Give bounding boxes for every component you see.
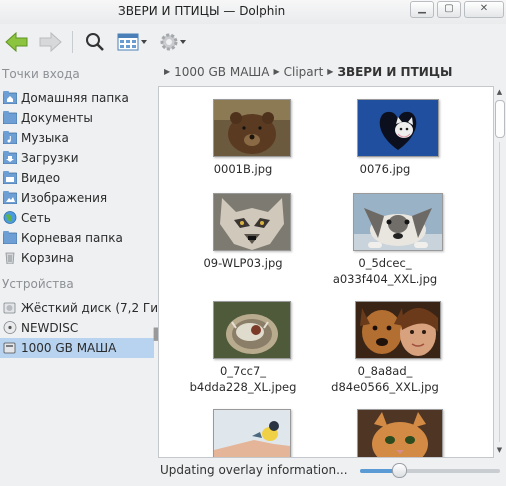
sidebar-item-label: Жёсткий диск (7,2 ГиБ [21, 301, 167, 315]
sidebar-item-root[interactable]: Корневая папка [0, 228, 154, 248]
optical-disc-icon [3, 321, 17, 334]
sidebar-item-label: Изображения [21, 191, 108, 205]
toolbar-separator [72, 31, 73, 53]
sidebar-item-label: Сеть [21, 211, 51, 225]
minimize-button[interactable]: ▁ [410, 1, 434, 18]
status-text: Updating overlay information... [160, 463, 348, 477]
thumbnail-puppy [353, 193, 443, 251]
sidebar-item-home[interactable]: Домашняя папка [0, 88, 154, 108]
video-folder-icon [3, 171, 17, 184]
devices-header: Устройства [2, 277, 74, 291]
sidebar-item-downloads[interactable]: Загрузки [0, 148, 154, 168]
sidebar-item-pictures[interactable]: Изображения [0, 188, 154, 208]
places-panel: Точки входа Домашняя папка Документы Муз… [0, 62, 166, 486]
maximize-button[interactable]: ▢ [437, 1, 461, 18]
breadcrumb-arrow-icon: ▶ [273, 67, 280, 76]
breadcrumb: ▶ 1000 GB МАША ▶ Clipart ▶ ЗВЕРИ И ПТИЦЫ [160, 64, 500, 84]
chevron-down-icon [180, 40, 186, 44]
back-button[interactable] [4, 30, 30, 54]
file-name: 0_7cc7_ b4dda228_XL.jpeg [189, 364, 297, 394]
sidebar-item-1000gb[interactable]: 1000 GB МАША [0, 338, 154, 358]
sidebar-item-label: Документы [21, 111, 93, 125]
breadcrumb-arrow-icon: ▶ [164, 67, 171, 76]
sidebar-item-network[interactable]: Сеть [0, 208, 154, 228]
close-icon: ✕ [479, 3, 489, 14]
thumbnail-bear [213, 99, 291, 157]
sidebar-item-label: Домашняя папка [21, 91, 129, 105]
toolbar [0, 24, 506, 60]
thumbnail-kitten-heart [357, 99, 439, 157]
scrollbar-thumb[interactable] [495, 100, 505, 138]
scrollbar-track [499, 142, 500, 442]
chevron-down-icon [141, 40, 147, 44]
sidebar-item-trash[interactable]: Корзина [0, 248, 154, 268]
root-folder-icon [3, 231, 17, 244]
thumbnail-bird-on-hand [213, 409, 291, 457]
file-name: 0_5dcec_ a033f404_XXL.jpg [332, 256, 438, 286]
search-button[interactable] [84, 30, 106, 54]
file-view[interactable]: 0001B.jpg 0076.jpg 09-WLP03.jpg 0_5dcec_… [158, 86, 494, 458]
title-bar: ЗВЕРИ И ПТИЦЫ — Dolphin ▁ ▢ ✕ [0, 0, 506, 24]
hard-disk-icon [3, 302, 16, 314]
sidebar-item-newdisc[interactable]: NEWDISC [0, 318, 154, 338]
downloads-folder-icon [3, 151, 17, 164]
places-header: Точки входа [2, 67, 80, 81]
file-name: 0076.jpg [359, 162, 411, 176]
network-icon [3, 211, 17, 224]
sidebar-item-label: Корзина [21, 251, 74, 265]
file-name: 09-WLP03.jpg [203, 256, 283, 270]
view-mode-icon [117, 33, 139, 51]
scroll-down-arrow-icon[interactable]: ▼ [495, 446, 504, 456]
scroll-up-arrow-icon[interactable]: ▲ [495, 88, 504, 98]
sidebar-item-video[interactable]: Видео [0, 168, 154, 188]
sidebar-item-label: NEWDISC [21, 321, 79, 335]
file-name: 0_8a8ad_ d84e0566_XXL.jpg [331, 364, 439, 394]
external-drive-icon [3, 342, 16, 354]
maximize-icon: ▢ [444, 3, 454, 14]
vertical-scrollbar[interactable]: ▲ ▼ [494, 86, 505, 458]
settings-button[interactable] [158, 30, 190, 54]
gear-icon [160, 33, 178, 51]
sidebar-item-label: Корневая папка [21, 231, 123, 245]
view-mode-button[interactable] [116, 30, 150, 54]
breadcrumb-item-drive[interactable]: 1000 GB МАША [174, 65, 269, 79]
home-folder-icon [3, 91, 17, 104]
breadcrumb-arrow-icon: ▶ [327, 67, 334, 76]
window-title: ЗВЕРИ И ПТИЦЫ — Dolphin [118, 4, 286, 18]
close-button[interactable]: ✕ [464, 1, 504, 18]
sidebar-item-hard-disk[interactable]: Жёсткий диск (7,2 ГиБ [0, 298, 166, 318]
thumbnail-dog-and-girl [355, 301, 441, 359]
sidebar-item-label: Видео [21, 171, 61, 185]
sidebar-item-music[interactable]: Музыка [0, 128, 154, 148]
forward-button[interactable] [37, 30, 63, 54]
breadcrumb-item-current[interactable]: ЗВЕРИ И ПТИЦЫ [337, 65, 452, 79]
zoom-slider-handle[interactable] [392, 463, 408, 478]
pictures-folder-icon [3, 191, 17, 204]
file-name: 0001B.jpg [213, 162, 273, 176]
music-folder-icon [3, 131, 17, 144]
sidebar-item-label: 1000 GB МАША [21, 341, 117, 355]
zoom-slider[interactable] [360, 469, 500, 473]
thumbnail-cat-in-basket [213, 301, 291, 359]
thumbnail-ginger-cat [357, 409, 443, 457]
search-icon [86, 33, 104, 51]
thumbnail-wolf [213, 193, 291, 251]
sidebar-item-label: Музыка [21, 131, 69, 145]
sidebar-item-documents[interactable]: Документы [0, 108, 154, 128]
trash-icon [5, 252, 15, 264]
documents-folder-icon [3, 111, 17, 124]
breadcrumb-item-clipart[interactable]: Clipart [284, 65, 324, 79]
minimize-icon: ▁ [418, 3, 426, 14]
sidebar-item-label: Загрузки [21, 151, 79, 165]
